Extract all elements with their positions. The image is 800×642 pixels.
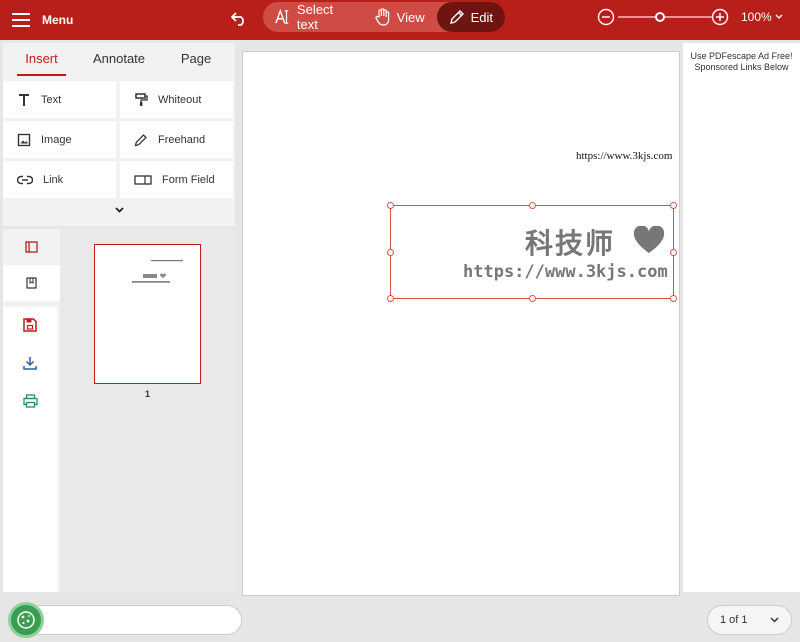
sidebar-actions [3,307,57,592]
bookmarks-button[interactable] [3,265,60,301]
text-tool-label: Text [41,93,62,106]
page-thumbnail-preview [132,260,183,283]
zoom-in-button[interactable] [710,7,730,27]
resize-handle-left[interactable] [387,249,394,256]
text-tool-button[interactable]: Text [3,81,116,118]
menu-button[interactable]: Menu [12,9,73,31]
thumbnails-button[interactable] [3,229,60,265]
tab-insert[interactable]: Insert [17,51,66,76]
zoom-level-value: 100% [741,10,772,24]
page-thumbnail-number: 1 [144,389,150,399]
paint-roller-icon [135,92,148,106]
download-icon [23,357,37,370]
select-text-label: Select text [296,2,334,32]
resize-handle-right[interactable] [670,249,677,256]
link-tool-button[interactable]: Link [3,161,116,198]
text-icon [19,93,29,106]
insert-panel: Insert Annotate Page Text Whiteout Image… [3,43,235,226]
resize-handle-bottom[interactable] [529,295,536,302]
form-field-tool-button[interactable]: Form Field [120,161,233,198]
hand-icon [375,8,389,26]
hamburger-icon [12,13,30,27]
resize-handle-bottom-left[interactable] [387,295,394,302]
page-navigation-dropdown[interactable]: 1 of 1 [707,605,792,635]
thumbnails-area: 1 [60,229,235,592]
freehand-tool-button[interactable]: Freehand [120,121,233,158]
save-button[interactable] [3,307,57,343]
sidebar-strip [3,229,60,592]
pen-icon [134,133,147,146]
ad-panel: Use PDFescape Ad Free! Sponsored Links B… [683,43,800,592]
undo-button[interactable] [228,8,250,30]
link-tool-label: Link [43,173,64,186]
page-sidebar: 1 [3,229,235,592]
resize-handle-top-right[interactable] [670,202,677,209]
tab-annotate[interactable]: Annotate [91,51,147,66]
save-icon [23,318,37,332]
pencil-icon [449,10,464,24]
form-field-icon [134,174,152,185]
bottom-input[interactable] [20,605,242,635]
zoom-out-icon [597,8,615,26]
undo-icon [231,12,244,26]
zoom-in-icon [711,8,729,26]
view-label: View [396,9,425,25]
chevron-down-icon [770,617,779,623]
chevron-down-icon [775,14,783,19]
page-indicator: 1 of 1 [720,614,748,626]
download-button[interactable] [3,345,57,381]
chevron-down-icon [114,207,124,213]
top-toolbar: Menu Select text View Edit 100% [0,0,800,40]
bottom-bar: 1 of 1 [0,596,800,642]
link-icon [17,175,33,184]
zoom-slider[interactable] [618,12,712,22]
zoom-level-dropdown[interactable]: 100% [741,10,783,24]
resize-handle-top[interactable] [529,202,536,209]
ad-line-2: Sponsored Links Below [694,62,789,72]
resize-handle-top-left[interactable] [387,202,394,209]
select-text-icon [275,8,289,24]
heart-icon [633,226,665,253]
zoom-out-button[interactable] [596,7,616,27]
image-tool-button[interactable]: Image [3,121,116,158]
image-tool-label: Image [41,133,72,146]
zoom-slider-thumb[interactable] [655,12,666,22]
cookie-icon [17,611,35,629]
pdf-page[interactable]: https://www.3kjs.com 科技师 https://www.3kj… [242,51,680,596]
print-icon [22,394,38,408]
whiteout-tool-label: Whiteout [158,93,202,106]
edit-label: Edit [470,9,493,25]
selected-image-object[interactable]: 科技师 https://www.3kjs.com [387,202,677,302]
logo-text: 科技师 [525,228,616,259]
edit-mode-button[interactable]: Edit [436,2,505,32]
menu-label: Menu [42,13,74,27]
page-thumbnail[interactable] [94,244,201,384]
cookie-settings-button[interactable] [8,602,44,638]
logo-url: https://www.3kjs.com [463,262,668,282]
mode-switcher: Select text View Edit [263,2,505,32]
tab-page[interactable]: Page [173,51,219,66]
panel-tabs: Insert Annotate Page [3,43,235,77]
form-field-tool-label: Form Field [162,173,215,186]
image-icon [17,133,31,146]
freehand-tool-label: Freehand [158,133,206,146]
view-mode-button[interactable]: View [363,2,437,32]
ad-line-1[interactable]: Use PDFescape Ad Free! [690,51,792,61]
expand-tools-button[interactable] [3,199,235,221]
page-header-url: https://www.3kjs.com [576,150,673,162]
print-button[interactable] [3,383,57,419]
thumbnails-icon [25,241,38,253]
select-text-mode-button[interactable]: Select text [263,2,363,32]
bookmark-icon [26,277,37,289]
whiteout-tool-button[interactable]: Whiteout [120,81,233,118]
resize-handle-bottom-right[interactable] [670,295,677,302]
